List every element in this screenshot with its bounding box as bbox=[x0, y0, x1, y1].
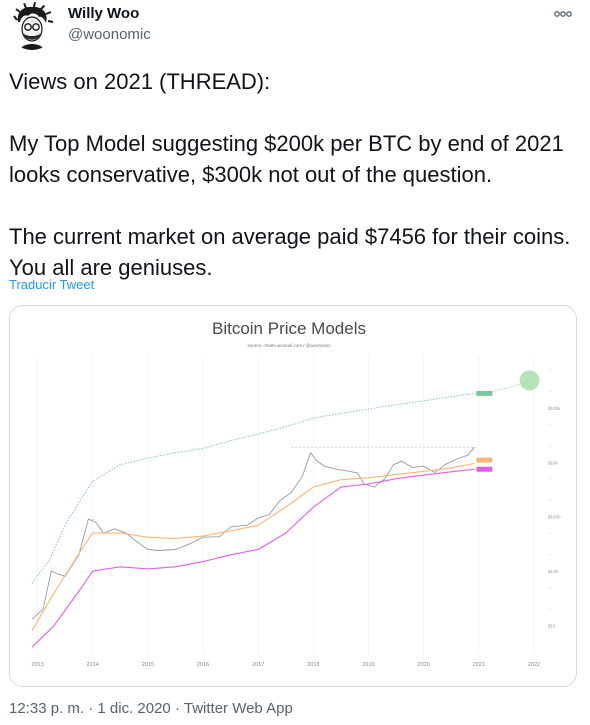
chart-title: Bitcoin Price Models bbox=[212, 319, 366, 338]
tweet-paragraph: The current market on average paid $7456… bbox=[9, 224, 577, 280]
y-minor-tick bbox=[549, 499, 551, 501]
x-tick-label: 2018 bbox=[307, 662, 319, 668]
y-tick-label: $100k bbox=[548, 406, 561, 411]
tweet: Willy Woo @woonomic Views on 2021 (THREA… bbox=[0, 0, 590, 725]
y-minor-tick bbox=[549, 423, 551, 425]
x-tick-label: 2022 bbox=[528, 662, 540, 668]
orange-model-value-tag bbox=[476, 457, 493, 463]
avatar-sketch-icon bbox=[8, 2, 56, 50]
author-name[interactable]: Willy Woo bbox=[68, 4, 151, 24]
chart-subtitle: source: charts.woobull.com / @woonomic bbox=[247, 343, 331, 348]
x-tick-label: 2020 bbox=[418, 662, 430, 668]
meta-separator: · bbox=[88, 700, 94, 717]
x-tick-label: 2017 bbox=[252, 662, 264, 668]
x-tick-label: 2014 bbox=[87, 662, 99, 668]
more-options-button[interactable] bbox=[550, 4, 576, 24]
y-minor-tick bbox=[549, 369, 551, 371]
y-minor-tick bbox=[549, 390, 551, 393]
x-tick-label: 2021 bbox=[473, 662, 485, 668]
tweet-paragraph: My Top Model suggesting $200k per BTC by… bbox=[9, 131, 570, 187]
meta-separator: · bbox=[174, 700, 180, 717]
tweet-time[interactable]: 12:33 p. m. bbox=[9, 700, 84, 717]
x-tick-label: 2015 bbox=[142, 662, 154, 668]
y-minor-tick bbox=[549, 532, 551, 534]
y-minor-tick bbox=[549, 608, 551, 610]
x-tick-label: 2019 bbox=[362, 662, 374, 668]
y-tick-label: $1000 bbox=[548, 515, 561, 520]
y-minor-tick bbox=[549, 586, 551, 589]
y-tick-label: $100 bbox=[548, 569, 559, 574]
top-model-value-tag bbox=[476, 390, 493, 396]
y-minor-tick bbox=[549, 554, 551, 556]
tweet-text: Views on 2021 (THREAD): My Top Model sug… bbox=[9, 66, 584, 283]
x-tick-label: 2013 bbox=[31, 662, 43, 668]
y-minor-tick bbox=[549, 478, 551, 480]
tweet-date[interactable]: 1 dic. 2020 bbox=[97, 700, 170, 717]
projection-target-marker bbox=[519, 370, 540, 391]
bitcoin-price-models-chart: Bitcoin Price Models source: charts.woob… bbox=[10, 306, 576, 686]
tweet-meta: 12:33 p. m. · 1 dic. 2020 · Twitter Web … bbox=[9, 699, 293, 719]
chart-image[interactable]: Bitcoin Price Models source: charts.woob… bbox=[9, 305, 577, 687]
tweet-paragraph: Views on 2021 (THREAD): bbox=[9, 69, 271, 94]
author-block: Willy Woo @woonomic bbox=[68, 4, 151, 45]
realized-price-value-tag bbox=[476, 466, 493, 472]
tweet-source-app[interactable]: Twitter Web App bbox=[184, 700, 293, 717]
y-tick-label: $10k bbox=[548, 460, 559, 465]
author-handle: @woonomic bbox=[68, 26, 151, 43]
x-tick-label: 2016 bbox=[197, 662, 209, 668]
author-avatar[interactable] bbox=[8, 2, 56, 50]
y-minor-tick bbox=[549, 445, 551, 447]
y-tick-label: $10 bbox=[548, 624, 556, 629]
translate-tweet-link[interactable]: Traducir Tweet bbox=[9, 277, 94, 292]
more-dots-icon bbox=[554, 11, 572, 17]
